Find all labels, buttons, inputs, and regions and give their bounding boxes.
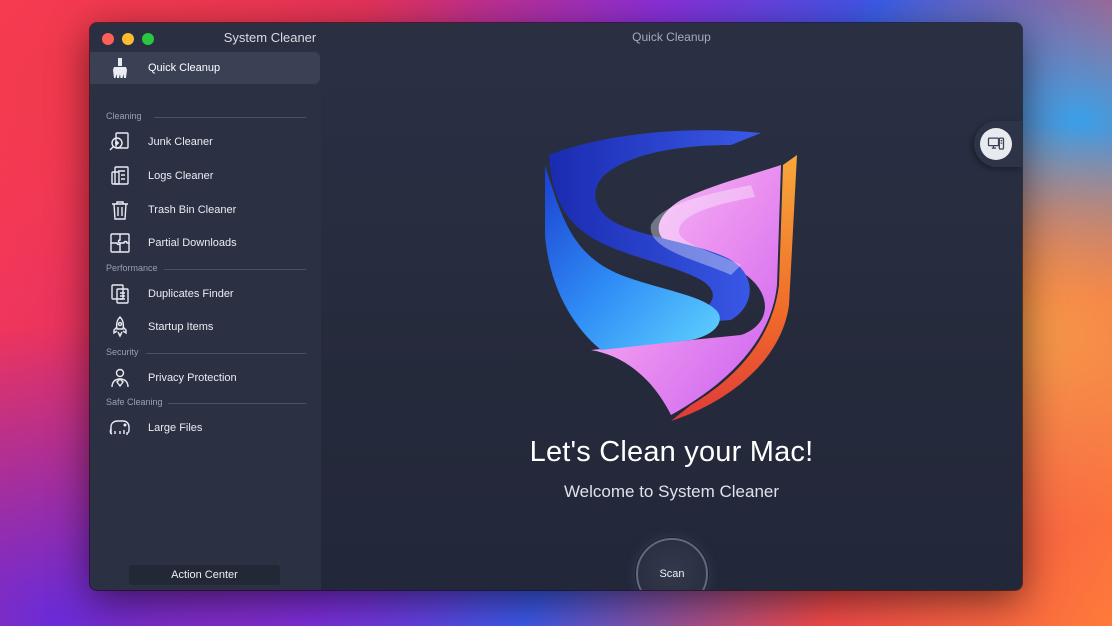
broom-icon: [108, 56, 132, 80]
section-header-cleaning: Cleaning: [106, 111, 306, 123]
magnifier-document-icon: [108, 130, 132, 154]
sidebar-item-quick-cleanup[interactable]: Quick Cleanup: [90, 52, 320, 84]
sidebar-item-label: Large Files: [148, 422, 203, 434]
computer-icon: [980, 128, 1012, 160]
window-title: Quick Cleanup: [632, 30, 711, 44]
section-header-safe-cleaning: Safe Cleaning: [106, 397, 306, 409]
zoom-window-button[interactable]: [142, 33, 154, 45]
sidebar-item-label: Privacy Protection: [148, 372, 237, 384]
system-cleaner-logo: [545, 130, 797, 421]
traffic-lights: [102, 33, 154, 45]
section-label: Cleaning: [106, 111, 142, 121]
sidebar-item-logs-cleaner[interactable]: Logs Cleaner: [90, 160, 321, 192]
section-header-performance: Performance: [106, 263, 306, 275]
sidebar-item-startup-items[interactable]: Startup Items: [90, 311, 321, 343]
sidebar-item-junk-cleaner[interactable]: Junk Cleaner: [90, 126, 321, 158]
app-title: System Cleaner: [223, 30, 317, 45]
app-window: System Cleaner Quick Cleanup Quick Clean…: [90, 23, 1022, 590]
duplicate-files-icon: [108, 282, 132, 306]
puzzle-icon: [108, 231, 132, 255]
subheadline: Welcome to System Cleaner: [563, 482, 780, 501]
user-shield-icon: [108, 366, 132, 390]
title-bar: System Cleaner Quick Cleanup: [90, 23, 1022, 52]
action-center-button[interactable]: Action Center: [129, 565, 280, 585]
section-label: Security: [106, 347, 139, 357]
logs-icon: [108, 164, 132, 188]
section-label: Safe Cleaning: [106, 397, 163, 407]
sidebar-item-label: Trash Bin Cleaner: [148, 204, 237, 216]
side-panel-toggle[interactable]: [974, 121, 1022, 167]
sidebar-item-privacy-protection[interactable]: Privacy Protection: [90, 362, 321, 394]
trash-icon: [108, 198, 132, 222]
sidebar-item-partial-downloads[interactable]: Partial Downloads: [90, 227, 321, 259]
sidebar-item-duplicates-finder[interactable]: Duplicates Finder: [90, 278, 321, 310]
headline: Let's Clean your Mac!: [529, 436, 814, 468]
main-panel: Let's Clean your Mac! Welcome to System …: [321, 51, 1022, 590]
rocket-icon: [108, 315, 132, 339]
sidebar-item-label: Quick Cleanup: [148, 62, 221, 74]
sidebar: Quick Cleanup Cleaning Junk Cleaner Logs…: [90, 51, 322, 590]
elephant-icon: [108, 416, 132, 440]
sidebar-item-label: Junk Cleaner: [148, 136, 213, 148]
sidebar-item-label: Startup Items: [148, 321, 214, 333]
sidebar-item-label: Logs Cleaner: [148, 170, 214, 182]
sidebar-item-label: Partial Downloads: [148, 237, 237, 249]
scan-button[interactable]: Scan: [636, 538, 708, 590]
close-window-button[interactable]: [102, 33, 114, 45]
minimize-window-button[interactable]: [122, 33, 134, 45]
sidebar-item-trash-bin-cleaner[interactable]: Trash Bin Cleaner: [90, 194, 321, 226]
sidebar-item-label: Duplicates Finder: [148, 288, 234, 300]
section-label: Performance: [106, 263, 158, 273]
sidebar-item-large-files[interactable]: Large Files: [90, 412, 321, 444]
section-header-security: Security: [106, 347, 306, 359]
